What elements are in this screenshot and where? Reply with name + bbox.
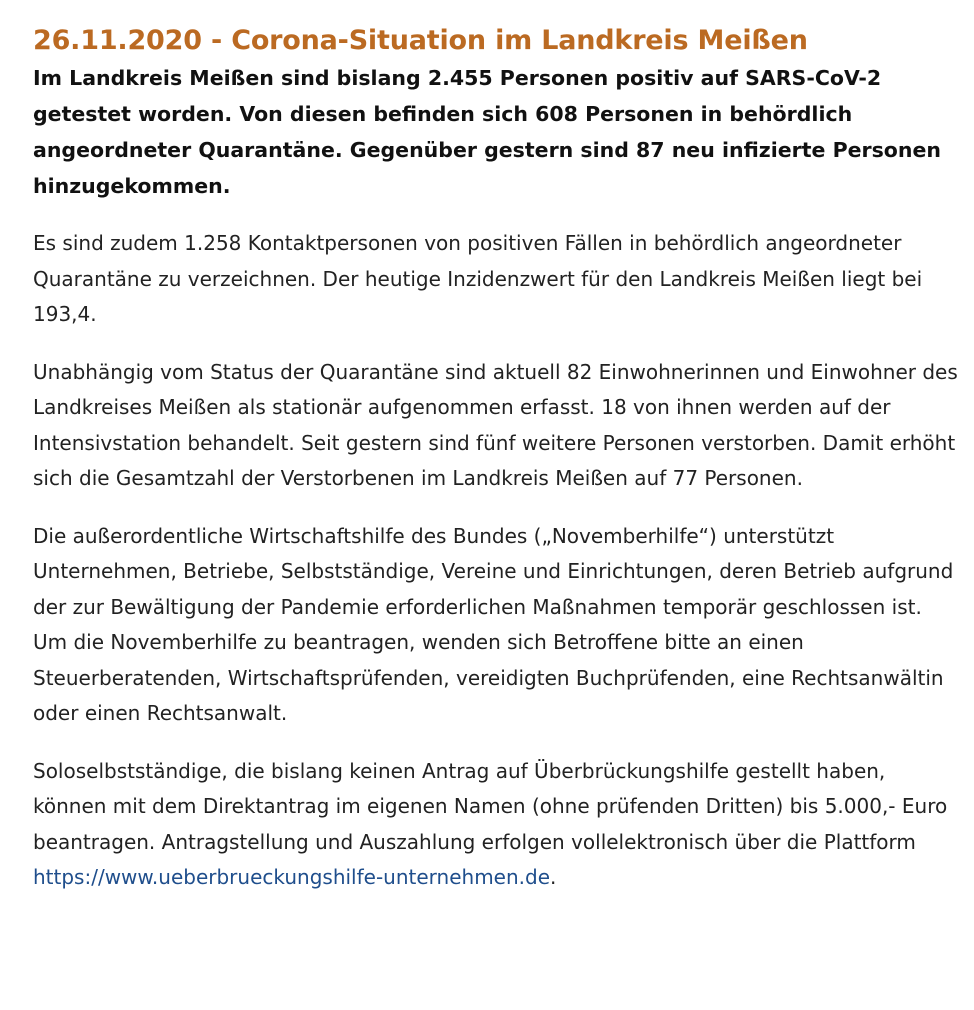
article-headline: 26.11.2020 - Corona-Situation im Landkre…	[33, 25, 808, 56]
article: 26.11.2020 - Corona-Situation im Landkre…	[33, 22, 958, 896]
article-lead: Im Landkreis Meißen sind bislang 2.455 P…	[33, 66, 941, 198]
paragraph-novemberhilfe: Die außerordentliche Wirtschaftshilfe de…	[33, 523, 954, 726]
paragraph-contacts: Es sind zudem 1.258 Kontaktpersonen von …	[33, 231, 923, 326]
ueberbrueckungshilfe-link[interactable]: https://www.ueberbrueckungshilfe-unterne…	[33, 865, 550, 889]
paragraph-end-period: .	[550, 865, 557, 889]
paragraph-soloselbststaendige-text: Soloselbstständige, die bislang keinen A…	[33, 758, 948, 854]
paragraph-soloselbststaendige: Soloselbstständige, die bislang keinen A…	[33, 754, 958, 896]
paragraph-hospital: Unabhängig vom Status der Quarantäne sin…	[33, 359, 958, 491]
